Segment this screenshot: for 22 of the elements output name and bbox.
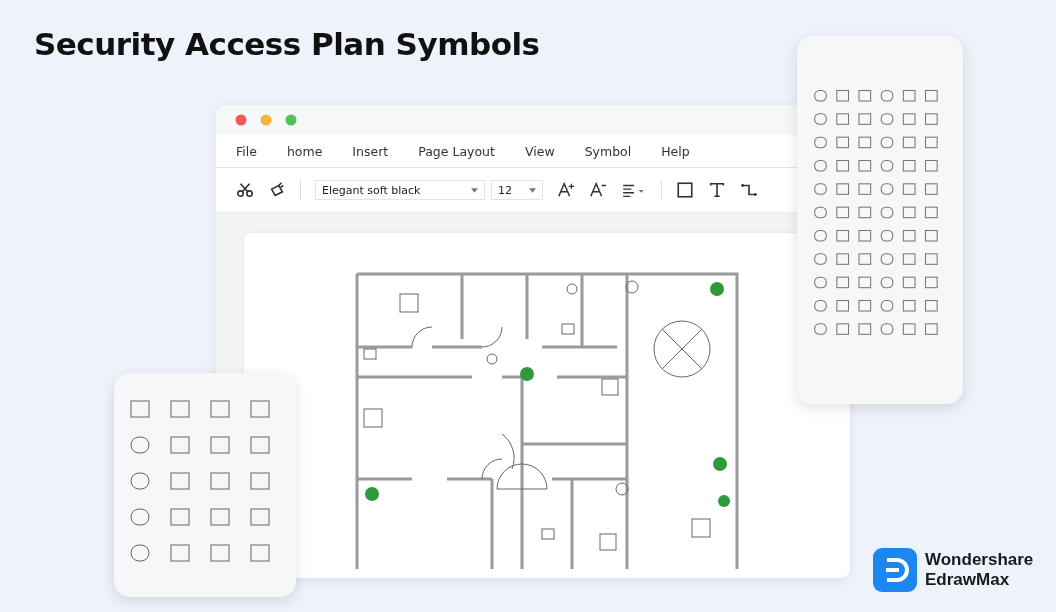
paint-brush-icon[interactable]: [268, 181, 286, 199]
brand-name: Wondershare: [925, 550, 1034, 570]
connector-icon[interactable]: [740, 181, 758, 199]
menu-item[interactable]: Insert: [352, 143, 389, 159]
menu-item[interactable]: Page Layout: [418, 143, 495, 159]
text-icon[interactable]: [708, 181, 726, 199]
menu-item[interactable]: File: [236, 143, 257, 159]
caret-icon: [471, 187, 478, 193]
page-title: Security Access Plan Symbols: [34, 26, 540, 62]
menu-item[interactable]: Symbol: [584, 143, 632, 159]
menu-item[interactable]: home: [286, 143, 323, 159]
font-size-dropdown[interactable]: 12: [491, 180, 543, 200]
decrease-font-icon[interactable]: [589, 181, 607, 199]
font-dropdown[interactable]: Elegant soft black: [315, 180, 485, 200]
scissors-icon[interactable]: [236, 181, 254, 199]
menu-item[interactable]: Help: [661, 143, 690, 159]
menu-item[interactable]: View: [524, 143, 555, 159]
rectangle-icon[interactable]: [676, 181, 694, 199]
caret-icon: [529, 187, 536, 193]
edrawmax-logo-icon: [873, 548, 917, 592]
brand-name: EdrawMax: [925, 570, 1011, 590]
increase-font-icon[interactable]: [557, 181, 575, 199]
